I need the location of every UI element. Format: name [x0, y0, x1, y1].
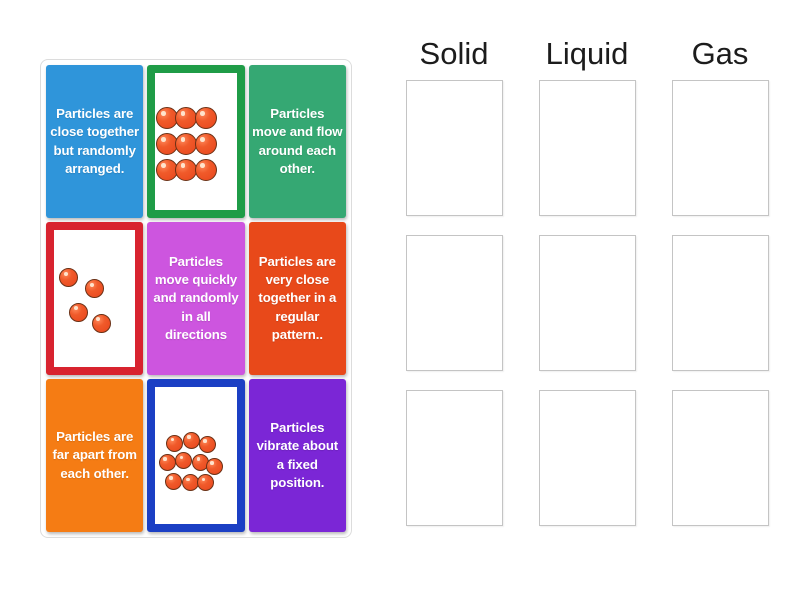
- source-card-tray: Particles are close together but randoml…: [40, 59, 352, 538]
- dropzone-gas-1[interactable]: [671, 80, 769, 216]
- card-label: Particles move quickly and randomly in a…: [153, 254, 239, 342]
- column-liquid: Liquid: [528, 38, 646, 545]
- column-title-gas: Gas: [691, 36, 749, 71]
- particle-circle: [194, 107, 217, 130]
- particle-circle: [164, 473, 182, 491]
- card-label: Particles are far apart from each other.: [52, 429, 137, 481]
- particle-circle: [85, 279, 105, 299]
- draggable-card[interactable]: Particles are close together but randoml…: [46, 65, 144, 218]
- particle-circle: [182, 431, 200, 449]
- draggable-card[interactable]: Particles vibrate about a fixed position…: [248, 379, 346, 532]
- particle-diagram: [155, 387, 237, 524]
- particle-diagram: [54, 230, 136, 367]
- draggable-card[interactable]: Particles move quickly and randomly in a…: [147, 222, 245, 375]
- dropzone-liquid-1[interactable]: [538, 80, 636, 216]
- column-solid: Solid: [395, 38, 513, 545]
- particle-circle: [181, 474, 199, 492]
- dropzone-liquid-3[interactable]: [538, 390, 636, 526]
- group-columns: Solid Liquid Gas: [380, 38, 780, 573]
- draggable-card[interactable]: [147, 379, 245, 532]
- card-label: Particles move and flow around each othe…: [252, 106, 343, 176]
- particle-circle: [194, 159, 217, 182]
- particle-circle: [175, 452, 193, 470]
- dropzone-gas-3[interactable]: [671, 390, 769, 526]
- draggable-card[interactable]: [147, 65, 245, 218]
- draggable-card[interactable]: Particles are far apart from each other.: [46, 379, 144, 532]
- card-label: Particles are very close together in a r…: [258, 254, 337, 342]
- particle-circle: [175, 159, 198, 182]
- particle-circle: [68, 302, 88, 322]
- particle-circle: [175, 133, 198, 156]
- particle-circle: [194, 133, 217, 156]
- particle-circle: [206, 457, 224, 475]
- card-grid: Particles are close together but randoml…: [46, 65, 346, 532]
- draggable-card[interactable]: Particles are very close together in a r…: [248, 222, 346, 375]
- card-label: Particles vibrate about a fixed position…: [256, 420, 339, 490]
- particle-circle: [197, 474, 215, 492]
- dropzone-solid-1[interactable]: [405, 80, 503, 216]
- draggable-card[interactable]: Particles move and flow around each othe…: [248, 65, 346, 218]
- particle-circle: [59, 268, 79, 288]
- particle-circle: [166, 434, 184, 452]
- particle-circle: [159, 453, 177, 471]
- dropzone-solid-3[interactable]: [405, 390, 503, 526]
- particle-circle: [198, 436, 216, 454]
- draggable-card[interactable]: [46, 222, 144, 375]
- card-label: Particles are close together but randoml…: [50, 106, 140, 176]
- particle-circle: [175, 107, 198, 130]
- column-title-liquid: Liquid: [545, 36, 629, 71]
- dropzone-solid-2[interactable]: [405, 235, 503, 371]
- particle-diagram: [155, 73, 237, 210]
- column-title-solid: Solid: [419, 36, 489, 71]
- dropzone-gas-2[interactable]: [671, 235, 769, 371]
- dropzone-liquid-2[interactable]: [538, 235, 636, 371]
- particle-circle: [91, 313, 111, 333]
- column-gas: Gas: [661, 38, 779, 545]
